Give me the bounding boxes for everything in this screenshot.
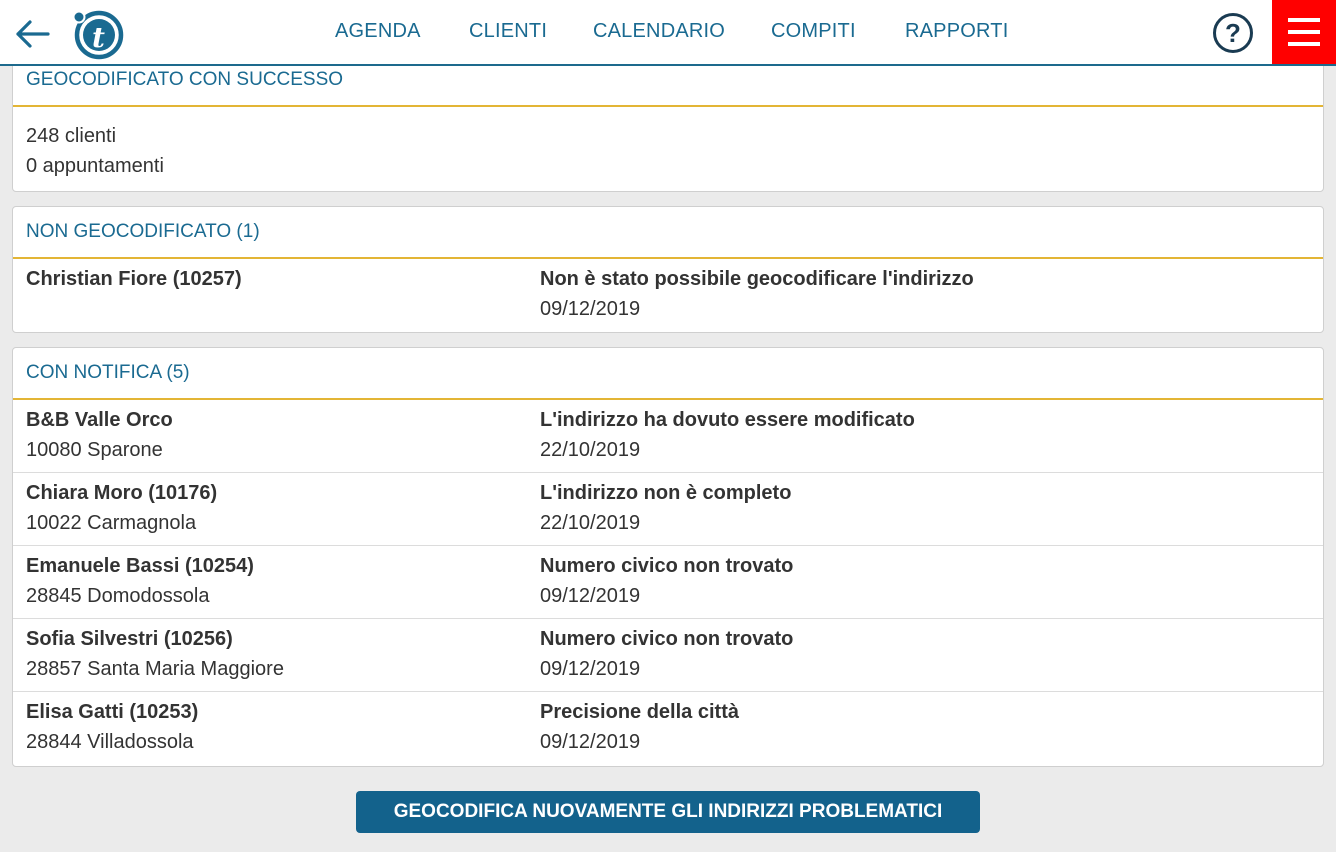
issue-date: 22/10/2019	[540, 512, 641, 534]
app-logo[interactable]: t	[70, 8, 124, 60]
issue-reason: L'indirizzo ha dovuto essere modificato	[540, 409, 915, 431]
issue-reason: Numero civico non trovato	[540, 628, 794, 650]
table-row[interactable]: Elisa Gatti (10253) 28844 Villadossola P…	[13, 692, 1323, 765]
table-row[interactable]: Christian Fiore (10257) Non è stato poss…	[13, 259, 1323, 332]
client-name: Christian Fiore (10257)	[26, 268, 242, 290]
issue-date: 22/10/2019	[540, 439, 641, 461]
client-name: B&B Valle Orco	[26, 409, 173, 431]
client-name: Chiara Moro (10176)	[26, 482, 218, 504]
table-row[interactable]: Sofia Silvestri (10256) 28857 Santa Mari…	[13, 619, 1323, 692]
main-nav: AGENDA CLIENTI CALENDARIO COMPITI RAPPOR…	[0, 0, 1336, 64]
client-address: 28844 Villadossola	[26, 731, 194, 753]
warnings-card-title: CON NOTIFICA (5)	[13, 348, 1323, 400]
table-row[interactable]: B&B Valle Orco 10080 Sparone L'indirizzo…	[13, 400, 1323, 473]
svg-text:t: t	[92, 21, 105, 54]
client-address: 28857 Santa Maria Maggiore	[26, 658, 284, 680]
not-geocoded-card: NON GEOCODIFICATO (1) Christian Fiore (1…	[12, 206, 1324, 333]
top-bar: t AGENDA CLIENTI CALENDARIO COMPITI RAPP…	[0, 0, 1336, 66]
hamburger-menu-icon[interactable]	[1272, 0, 1336, 64]
client-address: 28845 Domodossola	[26, 585, 210, 607]
table-row[interactable]: Emanuele Bassi (10254) 28845 Domodossola…	[13, 546, 1323, 619]
client-address: 10080 Sparone	[26, 439, 163, 461]
nav-clienti[interactable]: CLIENTI	[469, 20, 547, 43]
nav-agenda[interactable]: AGENDA	[335, 20, 421, 43]
table-row[interactable]: Chiara Moro (10176) 10022 Carmagnola L'i…	[13, 473, 1323, 546]
success-summary: 248 clienti 0 appuntamenti	[13, 107, 1323, 181]
appointments-count: 0 appuntamenti	[26, 155, 164, 177]
issue-date: 09/12/2019	[540, 298, 641, 320]
issue-date: 09/12/2019	[540, 658, 641, 680]
nav-rapporti[interactable]: RAPPORTI	[905, 20, 1008, 43]
success-card: GEOCODIFICATO CON SUCCESSO 248 clienti 0…	[12, 54, 1324, 192]
issue-reason: Non è stato possibile geocodificare l'in…	[540, 268, 974, 290]
issue-reason: L'indirizzo non è completo	[540, 482, 792, 504]
clients-count: 248 clienti	[26, 125, 117, 147]
issue-reason: Precisione della città	[540, 701, 739, 723]
issue-date: 09/12/2019	[540, 585, 641, 607]
client-name: Elisa Gatti (10253)	[26, 701, 199, 723]
client-name: Sofia Silvestri (10256)	[26, 628, 233, 650]
client-name: Emanuele Bassi (10254)	[26, 555, 254, 577]
issue-reason: Numero civico non trovato	[540, 555, 794, 577]
back-arrow-icon[interactable]	[12, 14, 52, 54]
help-icon[interactable]: ?	[1213, 13, 1253, 53]
nav-calendario[interactable]: CALENDARIO	[593, 20, 725, 43]
warnings-card: CON NOTIFICA (5) B&B Valle Orco 10080 Sp…	[12, 347, 1324, 767]
issue-date: 09/12/2019	[540, 731, 641, 753]
client-address: 10022 Carmagnola	[26, 512, 197, 534]
not-geocoded-card-title: NON GEOCODIFICATO (1)	[13, 207, 1323, 259]
regeocode-button[interactable]: GEOCODIFICA NUOVAMENTE GLI INDIRIZZI PRO…	[356, 791, 980, 833]
nav-compiti[interactable]: COMPITI	[771, 20, 856, 43]
